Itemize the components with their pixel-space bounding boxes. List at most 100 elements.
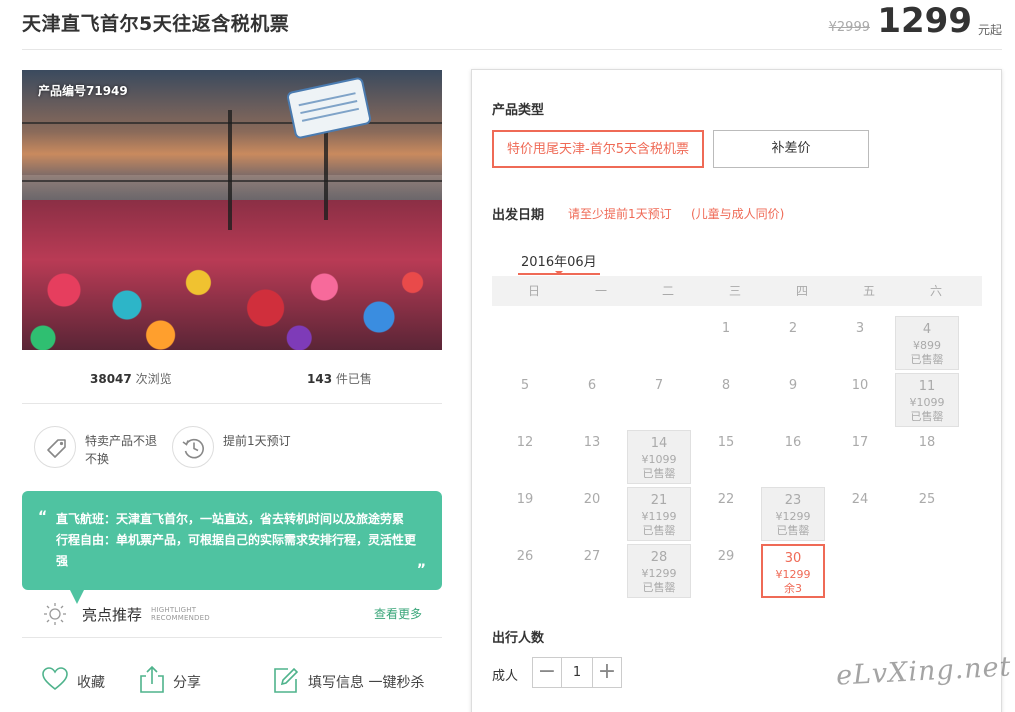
day-status: 已售罄 bbox=[642, 581, 676, 594]
day-price: ¥1099 bbox=[909, 396, 945, 409]
day-status: 已售罄 bbox=[910, 410, 944, 423]
sun-icon bbox=[42, 600, 68, 630]
calendar-day[interactable]: 4 ¥899 已售罄 bbox=[895, 316, 959, 370]
day-number: 22 bbox=[717, 492, 735, 507]
calendar-day[interactable]: 18 bbox=[895, 430, 959, 484]
calendar-day[interactable]: 29 bbox=[694, 544, 758, 598]
calendar-day[interactable]: 6 bbox=[560, 373, 624, 427]
page-title: 天津直飞首尔5天往返含税机票 bbox=[22, 13, 290, 35]
photo-rail bbox=[22, 122, 442, 124]
day-number: 9 bbox=[788, 378, 798, 393]
favorite-button[interactable]: 收藏 bbox=[40, 664, 105, 698]
day-number: 2 bbox=[788, 321, 798, 336]
day-number: 15 bbox=[717, 435, 735, 450]
calendar-day-selected[interactable]: 30 ¥1299 余3 bbox=[761, 544, 825, 598]
day-status: 已售罄 bbox=[776, 524, 810, 537]
sold-stat: 143 件已售 bbox=[307, 370, 372, 387]
calendar-day[interactable]: 26 bbox=[493, 544, 557, 598]
day-number: 7 bbox=[654, 378, 664, 393]
current-price: 1299 bbox=[877, 1, 972, 41]
calendar-day[interactable]: 3 bbox=[828, 316, 892, 370]
heart-icon bbox=[40, 667, 70, 698]
day-number: 10 bbox=[851, 378, 869, 393]
product-stats: 38047 次浏览 143 件已售 bbox=[22, 360, 442, 404]
calendar-day[interactable]: 19 bbox=[493, 487, 557, 541]
increase-button[interactable]: + bbox=[592, 658, 621, 687]
highlight-title: 亮点推荐 bbox=[82, 606, 143, 624]
weekday-label: 一 bbox=[594, 284, 607, 298]
booking-panel: 产品类型 特价甩尾天津-首尔5天含税机票 补差价 出发日期 请至少提前1天预订 … bbox=[471, 69, 1002, 712]
highlight-subtitle-line1: HIGHTLIGHT bbox=[151, 606, 197, 614]
calendar-day[interactable]: 2 bbox=[761, 316, 825, 370]
calendar-day[interactable]: 20 bbox=[560, 487, 624, 541]
weekday-header: 日 一 二 三 四 五 六 bbox=[492, 276, 982, 306]
weekday-label: 三 bbox=[728, 284, 741, 298]
advance-tip: 请至少提前1天预订 bbox=[568, 207, 672, 221]
photo-locks-layer bbox=[22, 200, 442, 350]
product-type-label: 产品类型 bbox=[492, 103, 545, 118]
view-more-link[interactable]: 查看更多 bbox=[374, 605, 422, 622]
calendar-day[interactable]: 15 bbox=[694, 430, 758, 484]
day-price: ¥1199 bbox=[641, 510, 677, 523]
child-price-tip: (儿童与成人同价) bbox=[691, 207, 785, 221]
day-number: 24 bbox=[851, 492, 869, 507]
calendar-day[interactable]: 23 ¥1299 已售罄 bbox=[761, 487, 825, 541]
day-number: 25 bbox=[918, 492, 936, 507]
calendar-day[interactable]: 8 bbox=[694, 373, 758, 427]
feature-text: 提前1天预订 bbox=[223, 434, 291, 448]
decrease-button[interactable]: − bbox=[533, 658, 562, 687]
product-number: 产品编号71949 bbox=[38, 84, 128, 98]
calendar-day[interactable]: 14 ¥1099 已售罄 bbox=[627, 430, 691, 484]
day-price: ¥1299 bbox=[775, 510, 811, 523]
calendar-day[interactable]: 11 ¥1099 已售罄 bbox=[895, 373, 959, 427]
photo-post bbox=[228, 110, 232, 230]
favorite-label: 收藏 bbox=[77, 675, 105, 691]
day-number: 29 bbox=[717, 549, 735, 564]
calendar-day[interactable]: 25 bbox=[895, 487, 959, 541]
calendar-day[interactable]: 21 ¥1199 已售罄 bbox=[627, 487, 691, 541]
day-number: 6 bbox=[587, 378, 597, 393]
highlight-header: 亮点推荐 HIGHTLIGHT RECOMMENDED 查看更多 bbox=[22, 596, 442, 638]
calendar-day[interactable]: 12 bbox=[493, 430, 557, 484]
action-bar: 收藏 分享 填写信息 一键秒杀 bbox=[22, 660, 442, 700]
intro-text: 直飞航班：天津直飞首尔，一站直达，省去转机时间以及旅途劳累 行程自由：单机票产品… bbox=[56, 512, 417, 568]
quantity-stepper: − 1 + bbox=[532, 657, 622, 688]
quick-buy-button[interactable]: 填写信息 一键秒杀 bbox=[272, 664, 424, 698]
day-number: 26 bbox=[516, 549, 534, 564]
month-indicator bbox=[555, 271, 563, 275]
calendar-day[interactable]: 22 bbox=[694, 487, 758, 541]
calendar-day[interactable]: 1 bbox=[694, 316, 758, 370]
share-button[interactable]: 分享 bbox=[138, 664, 201, 696]
original-price: ¥2999 bbox=[828, 20, 870, 35]
edit-icon bbox=[272, 667, 300, 698]
day-price: ¥1299 bbox=[775, 568, 811, 581]
quantity-value[interactable]: 1 bbox=[563, 658, 591, 687]
photo-sign bbox=[285, 76, 373, 140]
calendar-day[interactable]: 5 bbox=[493, 373, 557, 427]
calendar-month[interactable]: 2016年06月 bbox=[521, 251, 597, 270]
photo-rail bbox=[22, 180, 442, 182]
day-number: 12 bbox=[516, 435, 534, 450]
calendar-day[interactable]: 9 bbox=[761, 373, 825, 427]
day-number: 3 bbox=[855, 321, 865, 336]
calendar-day[interactable]: 27 bbox=[560, 544, 624, 598]
departure-date-label: 出发日期 bbox=[492, 208, 545, 223]
highlight-subtitle: HIGHTLIGHT RECOMMENDED bbox=[151, 606, 210, 622]
views-count: 38047 bbox=[90, 372, 132, 386]
product-type-option-selected[interactable]: 特价甩尾天津-首尔5天含税机票 bbox=[492, 130, 704, 168]
calendar-day[interactable]: 16 bbox=[761, 430, 825, 484]
feature-text: 特卖产品不退不换 bbox=[85, 434, 158, 466]
calendar-day[interactable]: 17 bbox=[828, 430, 892, 484]
weekday-label: 二 bbox=[661, 284, 674, 298]
day-number: 14 bbox=[650, 436, 668, 451]
calendar-day[interactable]: 28 ¥1299 已售罄 bbox=[627, 544, 691, 598]
calendar-day[interactable]: 24 bbox=[828, 487, 892, 541]
day-number: 19 bbox=[516, 492, 534, 507]
calendar-day[interactable]: 13 bbox=[560, 430, 624, 484]
product-photo[interactable]: 产品编号71949 bbox=[22, 70, 442, 350]
calendar-day[interactable]: 10 bbox=[828, 373, 892, 427]
quote-open-icon: “ bbox=[38, 509, 48, 525]
product-type-option-price-diff[interactable]: 补差价 bbox=[713, 130, 869, 168]
calendar-day[interactable]: 7 bbox=[627, 373, 691, 427]
photo-post bbox=[324, 125, 328, 220]
